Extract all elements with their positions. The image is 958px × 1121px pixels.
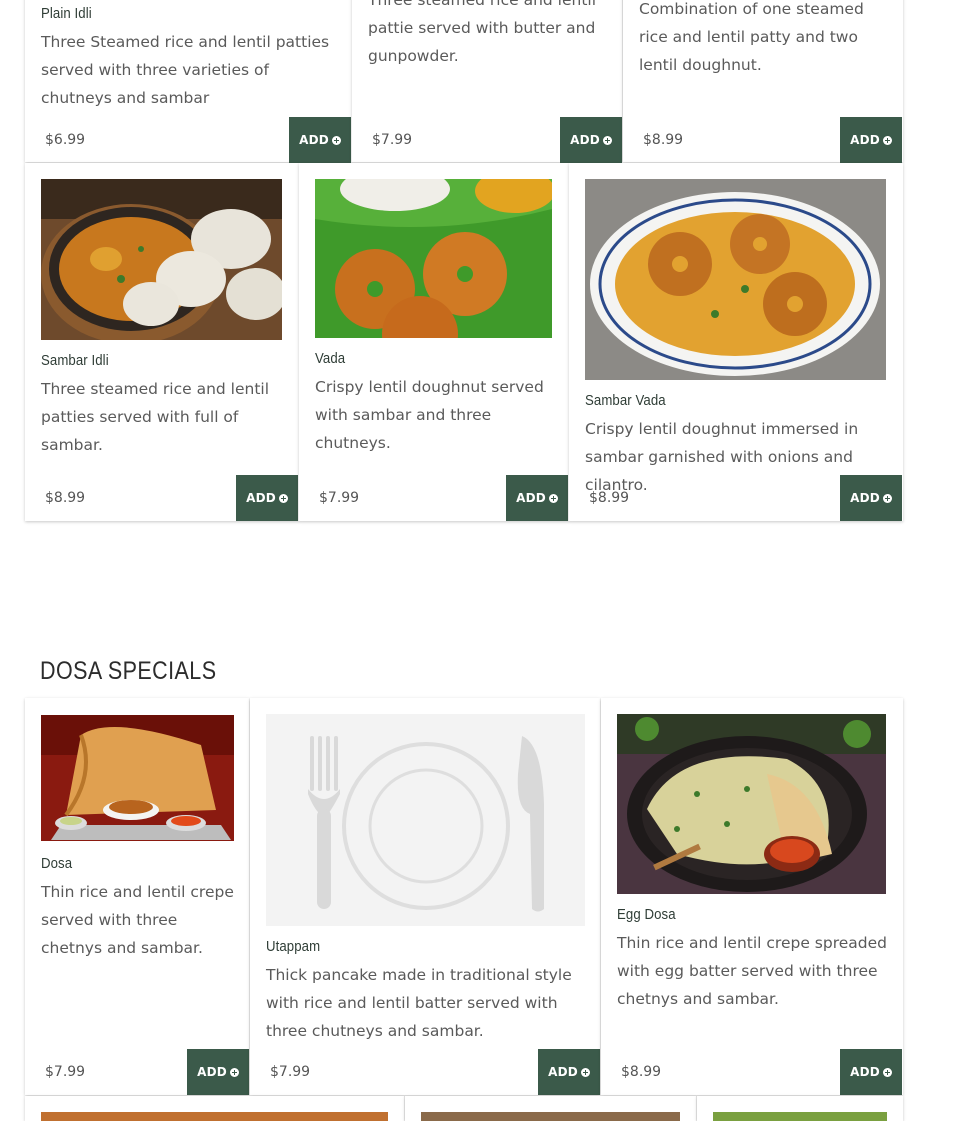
add-button[interactable]: ADD <box>840 475 902 521</box>
add-button[interactable]: ADD <box>289 117 351 163</box>
add-button[interactable]: ADD <box>840 117 902 163</box>
plus-circle-icon <box>602 135 612 145</box>
menu-card-egg-dosa: Egg Dosa Thin rice and lentil crepe spre… <box>601 698 903 1095</box>
menu-card-sambar-idli: Sambar Idli Three steamed rice and lenti… <box>25 163 299 521</box>
item-price: $8.99 <box>621 1064 662 1080</box>
item-name: Sambar Idli <box>41 352 109 369</box>
add-button[interactable]: ADD <box>840 1049 902 1095</box>
item-description: Crispy lentil doughnut served with samba… <box>315 378 544 452</box>
item-name: Vada <box>315 350 346 367</box>
item-price: $7.99 <box>45 1064 86 1080</box>
menu-card-sambar-vada: Sambar Vada Crispy lentil doughnut immer… <box>569 163 903 521</box>
item-price: $8.99 <box>643 132 684 148</box>
plus-circle-icon <box>580 1067 590 1077</box>
item-description: Three steamed rice and lentil patties se… <box>41 380 270 454</box>
food-photo <box>41 179 282 340</box>
food-photo <box>617 714 886 894</box>
item-description: Three steamed rice and lentil pattie ser… <box>368 0 597 65</box>
add-button[interactable]: ADD <box>187 1049 249 1095</box>
menu-card-next-2 <box>405 1096 696 1121</box>
menu-card-vada: Vada Crispy lentil doughnut served with … <box>299 163 569 521</box>
plus-circle-icon <box>278 493 288 503</box>
menu-card-utappam: Utappam Thick pancake made in traditiona… <box>250 698 600 1095</box>
plus-circle-icon <box>229 1067 239 1077</box>
item-description: Thin rice and lentil crepe spreaded with… <box>617 934 887 1008</box>
item-name: Dosa <box>41 855 73 872</box>
plus-circle-icon <box>548 493 558 503</box>
item-description: Thin rice and lentil crepe served with t… <box>41 883 234 957</box>
section-title-dosa-specials: DOSA SPECIALS <box>40 657 217 685</box>
add-button[interactable]: ADD <box>236 475 298 521</box>
item-description: Three Steamed rice and lentil patties se… <box>41 33 330 107</box>
plus-circle-icon <box>882 493 892 503</box>
item-price: $8.99 <box>589 490 630 506</box>
food-photo <box>41 715 234 841</box>
placeholder-image <box>266 714 585 926</box>
food-photo <box>315 179 552 338</box>
add-button[interactable]: ADD <box>538 1049 600 1095</box>
plus-circle-icon <box>882 1067 892 1077</box>
food-photo <box>41 1112 388 1121</box>
item-price: $7.99 <box>319 490 360 506</box>
plus-circle-icon <box>331 135 341 145</box>
food-photo <box>585 179 886 380</box>
item-price: $7.99 <box>270 1064 311 1080</box>
plus-circle-icon <box>882 135 892 145</box>
food-photo <box>713 1112 887 1121</box>
item-description: Thick pancake made in traditional style … <box>266 966 572 1040</box>
menu-card-idli-vada: Combination of one steamed rice and lent… <box>623 0 903 163</box>
item-name: Sambar Vada <box>585 392 666 409</box>
item-price: $8.99 <box>45 490 86 506</box>
item-name: Utappam <box>266 938 321 955</box>
menu-card-ghee-idli: Three steamed rice and lentil pattie ser… <box>352 0 622 163</box>
menu-card-next-1 <box>25 1096 404 1121</box>
add-button[interactable]: ADD <box>506 475 568 521</box>
item-name: Egg Dosa <box>617 906 676 923</box>
item-description: Combination of one steamed rice and lent… <box>639 0 864 74</box>
menu-card-next-3 <box>697 1096 903 1121</box>
item-price: $6.99 <box>45 132 86 148</box>
item-name: Plain Idli <box>41 5 92 22</box>
food-photo <box>421 1112 680 1121</box>
menu-card-plain-idli: Plain Idli Three Steamed rice and lentil… <box>25 0 352 163</box>
menu-card-dosa: Dosa Thin rice and lentil crepe served w… <box>25 698 249 1095</box>
add-button[interactable]: ADD <box>560 117 622 163</box>
item-price: $7.99 <box>372 132 413 148</box>
